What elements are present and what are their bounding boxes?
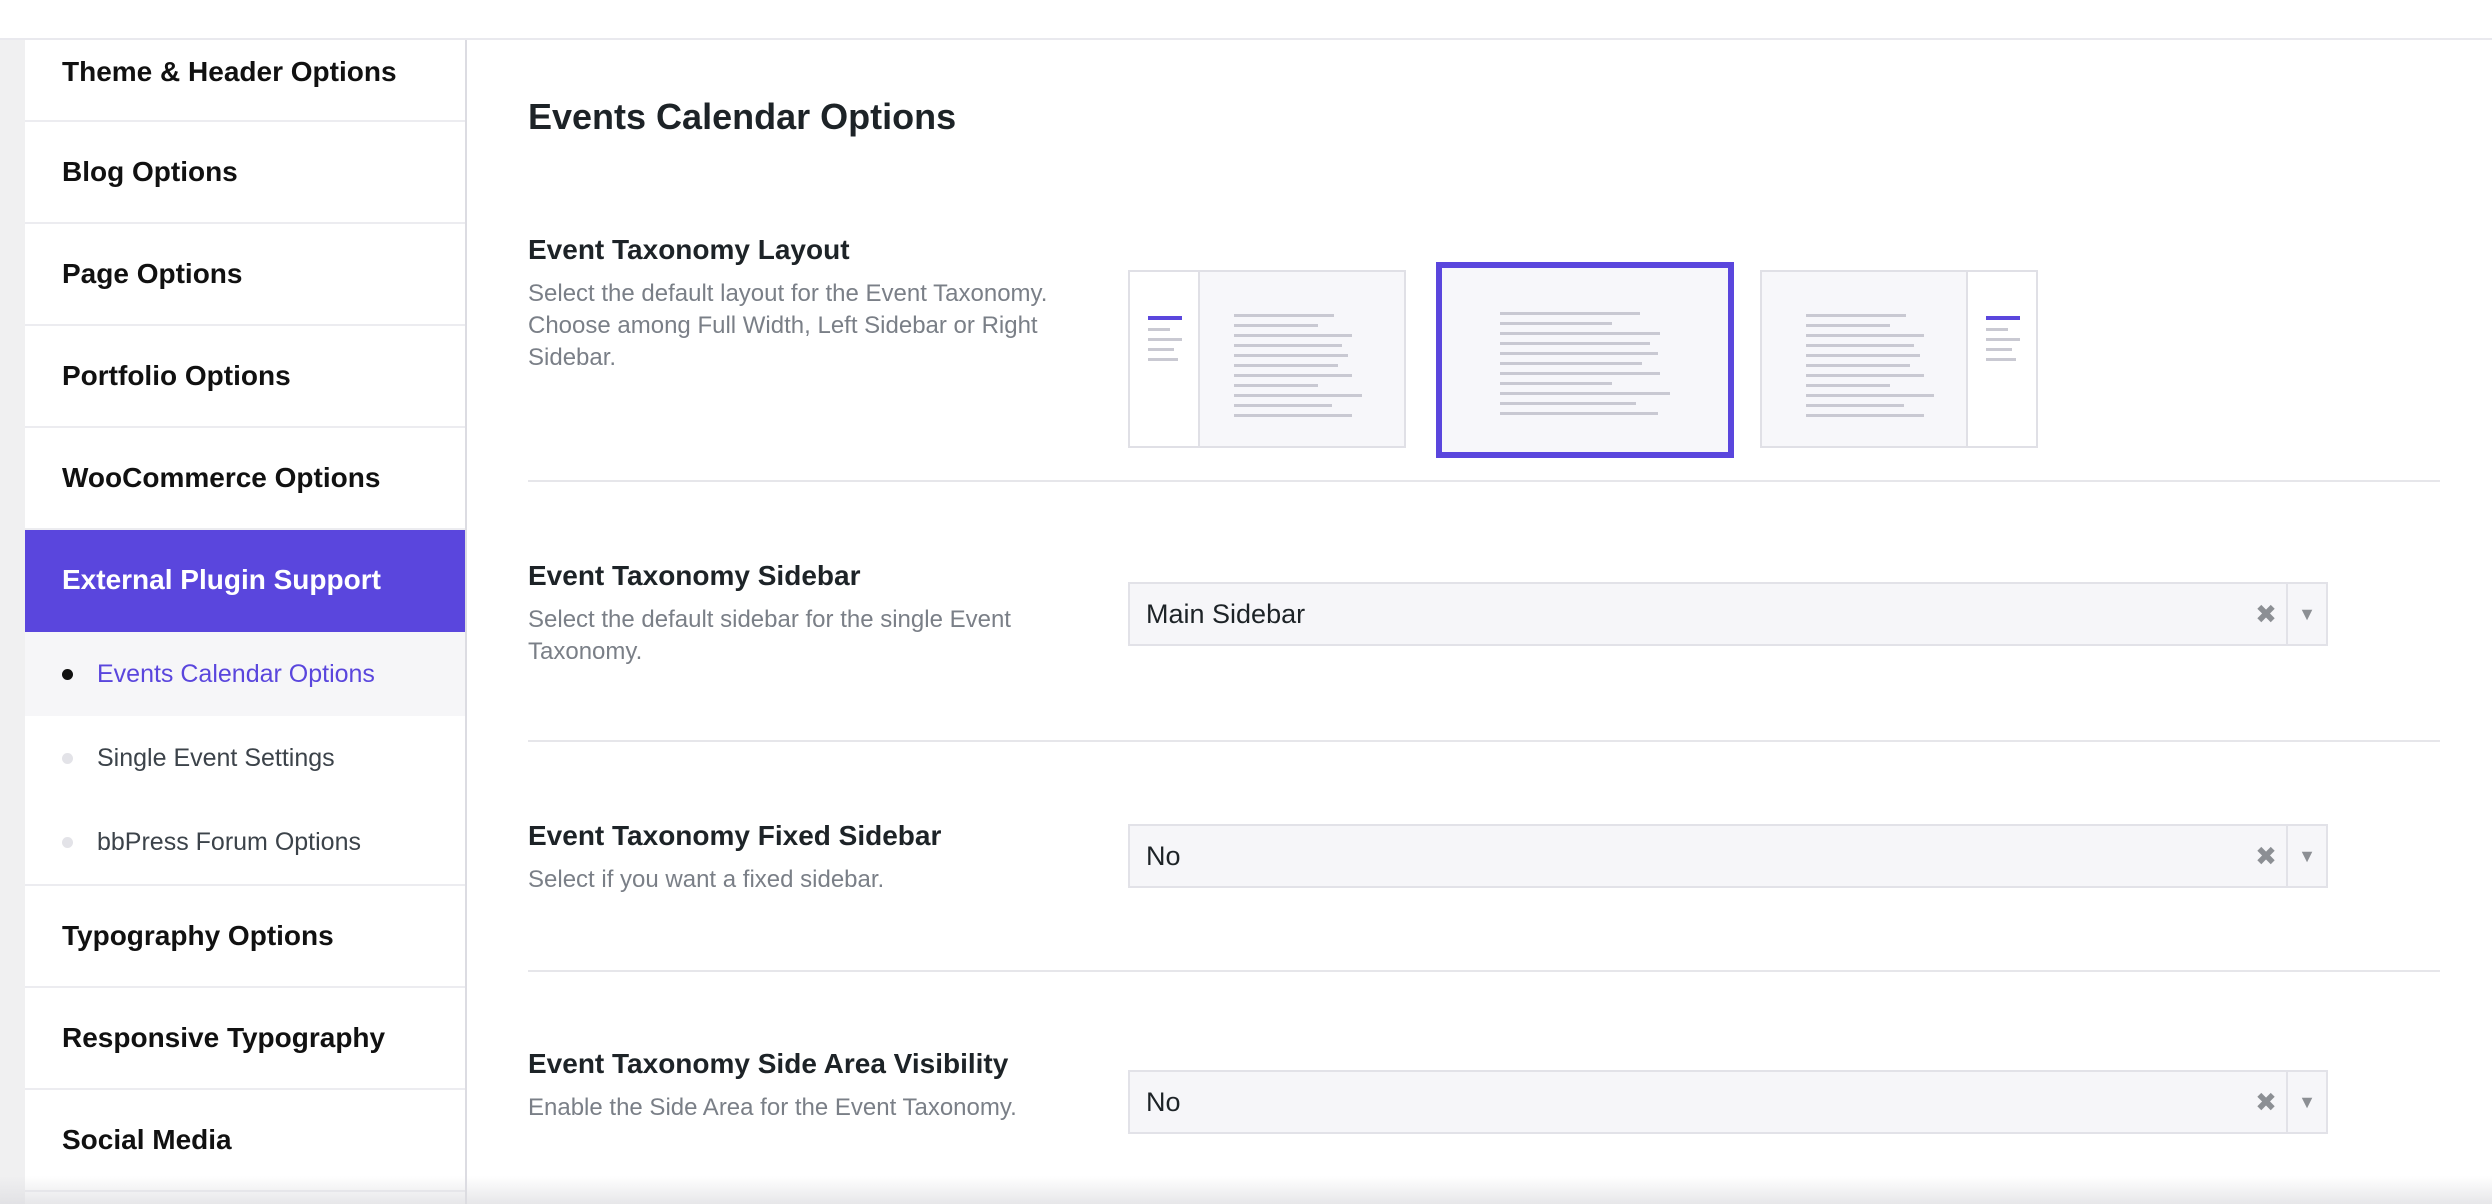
- sidebar-item-woocommerce[interactable]: WooCommerce Options: [25, 428, 465, 530]
- field-description: Select the default sidebar for the singl…: [528, 606, 1011, 665]
- sidebar-item-label: Blog Options: [62, 156, 238, 187]
- sidebar-item-external-plugin-support[interactable]: External Plugin Support: [25, 530, 465, 632]
- sidebar-item-responsive-typography[interactable]: Responsive Typography: [25, 988, 465, 1090]
- bullet-icon: [62, 836, 73, 848]
- sidebar-item-label: Page Options: [62, 258, 243, 289]
- sidebar-item-label: Social Media: [62, 1124, 232, 1155]
- page-title: Events Calendar Options: [528, 96, 957, 137]
- field-label-group: Event Taxonomy Sidebar Select the defaul…: [528, 558, 1048, 668]
- sidebar-submenu: Events Calendar Options Single Event Set…: [25, 632, 465, 886]
- select-value: No: [1146, 1086, 1181, 1117]
- sidebar-item-label: Responsive Typography: [62, 1022, 386, 1053]
- side-area-select[interactable]: No ✖ ▼: [1128, 1070, 2328, 1134]
- field-title: Event Taxonomy Sidebar: [528, 560, 861, 591]
- sidebar-item-label: Typography Options: [62, 920, 334, 951]
- bullet-icon: [62, 752, 73, 764]
- sidebar-select[interactable]: Main Sidebar ✖ ▼: [1128, 582, 2328, 646]
- select-value: No: [1146, 840, 1181, 871]
- bullet-icon: [62, 668, 73, 680]
- sidebar-item-label: Portfolio Options: [62, 360, 291, 391]
- field-divider: [528, 480, 2440, 482]
- field-label-group: Event Taxonomy Layout Select the default…: [528, 232, 1048, 374]
- chevron-down-icon[interactable]: ▼: [2288, 846, 2326, 867]
- sidebar-subitem-label: bbPress Forum Options: [97, 827, 361, 856]
- sidebar-item-theme-header[interactable]: Theme & Header Options: [25, 40, 465, 122]
- sidebar-item-label: External Plugin Support: [62, 564, 381, 595]
- layout-option-full-width[interactable]: [1436, 262, 1734, 458]
- page: Theme & Header Options Blog Options Page…: [0, 0, 2492, 1204]
- sidebar-subitem-label: Events Calendar Options: [97, 659, 375, 688]
- field-title: Event Taxonomy Fixed Sidebar: [528, 820, 942, 851]
- field-title: Event Taxonomy Layout: [528, 234, 850, 265]
- sidebar-subitem-bbpress[interactable]: bbPress Forum Options: [25, 800, 465, 884]
- clear-icon[interactable]: ✖: [2246, 599, 2286, 630]
- sidebar-item-portfolio[interactable]: Portfolio Options: [25, 326, 465, 428]
- fixed-sidebar-select[interactable]: No ✖ ▼: [1128, 824, 2328, 888]
- sidebar-subitem-single-event[interactable]: Single Event Settings: [25, 716, 465, 800]
- chevron-down-icon[interactable]: ▼: [2288, 1092, 2326, 1113]
- field-taxonomy-side-area: Event Taxonomy Side Area Visibility Enab…: [528, 1046, 2440, 1196]
- field-taxonomy-layout: Event Taxonomy Layout Select the default…: [528, 232, 2440, 462]
- options-content: Events Calendar Options Event Taxonomy L…: [528, 40, 2440, 1204]
- field-label-group: Event Taxonomy Fixed Sidebar Select if y…: [528, 818, 1048, 896]
- clear-icon[interactable]: ✖: [2246, 1087, 2286, 1118]
- sidebar-item-blog[interactable]: Blog Options: [25, 122, 465, 224]
- field-taxonomy-sidebar: Event Taxonomy Sidebar Select the defaul…: [528, 558, 2440, 708]
- layout-option-right-sidebar[interactable]: [1760, 270, 2038, 448]
- field-divider: [528, 740, 2440, 742]
- sidebar-item-label: WooCommerce Options: [62, 462, 381, 493]
- select-value: Main Sidebar: [1146, 598, 1306, 629]
- sidebar-item-typography[interactable]: Typography Options: [25, 886, 465, 988]
- field-divider: [528, 970, 2440, 972]
- field-label-group: Event Taxonomy Side Area Visibility Enab…: [528, 1046, 1048, 1124]
- sidebar-subitem-events-calendar[interactable]: Events Calendar Options: [25, 632, 465, 716]
- field-description: Enable the Side Area for the Event Taxon…: [528, 1094, 1017, 1121]
- top-bar: [0, 0, 2492, 40]
- options-sidebar: Theme & Header Options Blog Options Page…: [25, 40, 467, 1204]
- admin-gutter: [0, 40, 25, 1204]
- field-description: Select if you want a fixed sidebar.: [528, 866, 885, 893]
- sidebar-preview: [1966, 272, 2036, 446]
- field-description: Select the default layout for the Event …: [528, 280, 1048, 371]
- sidebar-item-page[interactable]: Page Options: [25, 224, 465, 326]
- field-title: Event Taxonomy Side Area Visibility: [528, 1048, 1009, 1079]
- field-taxonomy-fixed-sidebar: Event Taxonomy Fixed Sidebar Select if y…: [528, 818, 2440, 938]
- layout-option-left-sidebar[interactable]: [1128, 270, 1406, 448]
- chevron-down-icon[interactable]: ▼: [2288, 604, 2326, 625]
- sidebar-subitem-label: Single Event Settings: [97, 743, 335, 772]
- sidebar-preview: [1130, 272, 1200, 446]
- scroll-shadow: [0, 1176, 2492, 1204]
- sidebar-item-label: Theme & Header Options: [62, 56, 397, 87]
- clear-icon[interactable]: ✖: [2246, 841, 2286, 872]
